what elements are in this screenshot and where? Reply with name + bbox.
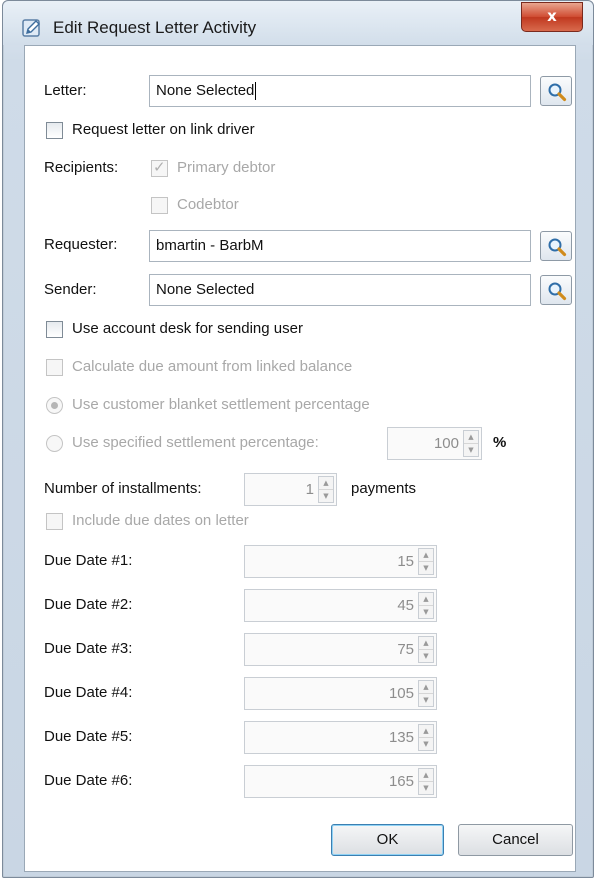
edit-pencil-icon: [22, 19, 40, 37]
due-date-6-label: Due Date #6:: [44, 772, 133, 789]
include-due-dates-checkbox[interactable]: [46, 513, 63, 530]
request-on-link-driver-checkbox[interactable]: [46, 122, 63, 139]
spinner-arrows: ▲ ▼: [318, 476, 334, 503]
letter-search-button[interactable]: [540, 76, 572, 106]
spinner-arrows: ▲ ▼: [418, 592, 434, 619]
requester-label: Requester:: [44, 236, 118, 253]
installments-label: Number of installments:: [44, 480, 202, 497]
primary-debtor-label: Primary debtor: [177, 159, 276, 176]
requester-search-button[interactable]: [540, 231, 572, 261]
use-account-desk-checkbox[interactable]: [46, 321, 63, 338]
spin-down-icon[interactable]: ▼: [419, 738, 433, 750]
spin-down-icon[interactable]: ▼: [419, 782, 433, 794]
specified-settlement-radio[interactable]: [46, 435, 63, 452]
cancel-button[interactable]: Cancel: [458, 824, 573, 856]
checkmark-icon: ✓: [153, 158, 166, 176]
due-date-6-spinner[interactable]: 165 ▲ ▼: [244, 765, 437, 798]
use-account-desk-label: Use account desk for sending user: [72, 320, 303, 337]
blanket-settlement-label: Use customer blanket settlement percenta…: [72, 396, 370, 413]
spinner-arrows: ▲ ▼: [463, 430, 479, 457]
spin-down-icon[interactable]: ▼: [419, 562, 433, 574]
magnifier-icon: [548, 282, 567, 301]
spin-down-icon[interactable]: ▼: [464, 444, 478, 456]
codebtor-checkbox[interactable]: [151, 197, 168, 214]
dialog-body: Letter: None Selected Request letter on …: [24, 45, 576, 872]
due-date-3-label: Due Date #3:: [44, 640, 133, 657]
due-date-4-label: Due Date #4:: [44, 684, 133, 701]
window-title: Edit Request Letter Activity: [53, 18, 257, 37]
letter-field[interactable]: None Selected: [149, 75, 531, 107]
due-date-5-spinner[interactable]: 135 ▲ ▼: [244, 721, 437, 754]
close-button[interactable]: x: [521, 2, 583, 32]
blanket-settlement-radio[interactable]: [46, 397, 63, 414]
due-date-4-value: 105: [388, 685, 414, 702]
calc-due-amount-label: Calculate due amount from linked balance: [72, 358, 353, 375]
spin-up-icon[interactable]: ▲: [419, 549, 433, 562]
percent-symbol: %: [493, 434, 507, 451]
due-date-2-label: Due Date #2:: [44, 596, 133, 613]
installments-spinner[interactable]: 1 ▲ ▼: [244, 473, 337, 506]
spin-up-icon[interactable]: ▲: [419, 637, 433, 650]
magnifier-icon: [548, 83, 567, 102]
ok-button[interactable]: OK: [331, 824, 444, 856]
text-caret: [255, 82, 257, 101]
letter-value: None Selected: [156, 82, 255, 99]
spinner-arrows: ▲ ▼: [418, 636, 434, 663]
due-date-5-value: 135: [388, 729, 414, 746]
magnifier-icon: [548, 238, 567, 257]
due-date-5-label: Due Date #5:: [44, 728, 133, 745]
settlement-percentage-spinner[interactable]: 100 ▲ ▼: [387, 427, 482, 460]
settlement-percentage-value: 100: [433, 435, 459, 452]
due-date-2-value: 45: [397, 597, 414, 614]
spin-up-icon[interactable]: ▲: [419, 725, 433, 738]
include-due-dates-label: Include due dates on letter: [72, 512, 249, 529]
sender-label: Sender:: [44, 281, 97, 298]
specified-settlement-label: Use specified settlement percentage:: [72, 434, 319, 451]
spin-up-icon[interactable]: ▲: [464, 431, 478, 444]
close-icon: x: [547, 7, 557, 25]
due-date-3-value: 75: [397, 641, 414, 658]
spin-down-icon[interactable]: ▼: [319, 490, 333, 502]
spin-down-icon[interactable]: ▼: [419, 694, 433, 706]
dialog-window: Edit Request Letter Activity x Letter: N…: [2, 0, 594, 878]
spin-up-icon[interactable]: ▲: [319, 477, 333, 490]
spinner-arrows: ▲ ▼: [418, 680, 434, 707]
title-bar[interactable]: Edit Request Letter Activity x: [3, 1, 593, 45]
spin-up-icon[interactable]: ▲: [419, 769, 433, 782]
spinner-arrows: ▲ ▼: [418, 724, 434, 751]
installments-unit: payments: [351, 480, 417, 497]
due-date-6-value: 165: [388, 773, 414, 790]
sender-search-button[interactable]: [540, 275, 572, 305]
radio-selected-dot: [51, 402, 58, 409]
recipients-label: Recipients:: [44, 159, 119, 176]
codebtor-label: Codebtor: [177, 196, 239, 213]
due-date-1-label: Due Date #1:: [44, 552, 133, 569]
due-date-3-spinner[interactable]: 75 ▲ ▼: [244, 633, 437, 666]
sender-field[interactable]: None Selected: [149, 274, 531, 306]
spin-down-icon[interactable]: ▼: [419, 606, 433, 618]
request-on-link-driver-label: Request letter on link driver: [72, 121, 255, 138]
spinner-arrows: ▲ ▼: [418, 768, 434, 795]
letter-label: Letter:: [44, 82, 87, 99]
calc-due-amount-checkbox[interactable]: [46, 359, 63, 376]
due-date-4-spinner[interactable]: 105 ▲ ▼: [244, 677, 437, 710]
spin-down-icon[interactable]: ▼: [419, 650, 433, 662]
primary-debtor-checkbox[interactable]: ✓: [151, 158, 168, 177]
requester-field[interactable]: bmartin - BarbM: [149, 230, 531, 262]
due-date-1-spinner[interactable]: 15 ▲ ▼: [244, 545, 437, 578]
spin-up-icon[interactable]: ▲: [419, 593, 433, 606]
spin-up-icon[interactable]: ▲: [419, 681, 433, 694]
spinner-arrows: ▲ ▼: [418, 548, 434, 575]
due-date-2-spinner[interactable]: 45 ▲ ▼: [244, 589, 437, 622]
due-date-1-value: 15: [397, 553, 414, 570]
installments-value: 1: [305, 481, 314, 498]
